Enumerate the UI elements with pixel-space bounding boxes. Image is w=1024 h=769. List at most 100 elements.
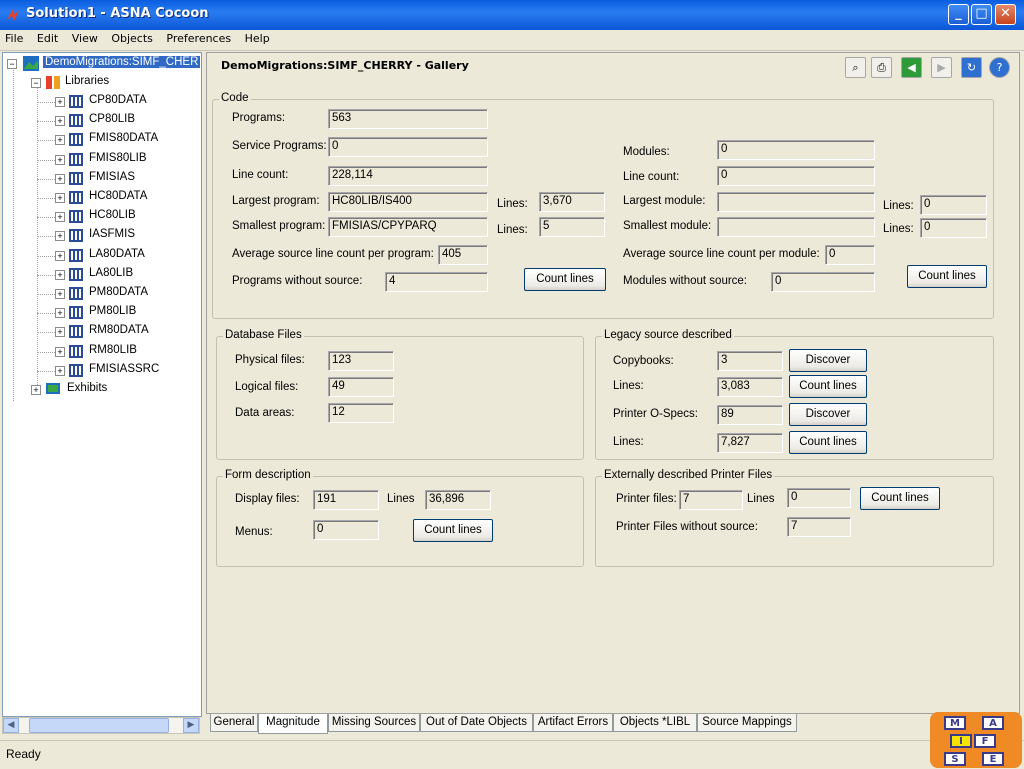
tab-missing-sources[interactable]: Missing Sources [328, 714, 420, 732]
print-icon[interactable]: ⎙ [871, 57, 892, 78]
service-programs-field: 0 [328, 137, 488, 157]
count-lines-ospecs-button[interactable]: Count lines [789, 431, 867, 454]
tab-artifact-errors[interactable]: Artifact Errors [533, 714, 613, 732]
tree-library-label: LA80LIB [89, 266, 134, 279]
forward-arrow-icon[interactable]: ▶ [931, 57, 952, 78]
tree-line [37, 178, 55, 180]
tree-library-label: PM80LIB [89, 305, 137, 318]
back-arrow-icon[interactable]: ◀ [901, 57, 922, 78]
menu-help[interactable]: Help [240, 30, 275, 49]
largest-module-label: Largest module: [623, 195, 706, 207]
largest-lines-field: 3,670 [539, 192, 605, 212]
expand-icon[interactable]: + [55, 135, 65, 146]
expand-icon[interactable]: + [55, 193, 65, 203]
expand-icon[interactable]: + [31, 385, 41, 395]
count-lines-form-button[interactable]: Count lines [413, 519, 493, 542]
maximize-button[interactable]: □ [971, 4, 992, 25]
menus-label: Menus: [235, 526, 273, 538]
menu-edit[interactable]: Edit [32, 30, 63, 49]
library-icon [69, 191, 83, 204]
collapse-icon[interactable]: − [31, 78, 41, 88]
copybook-lines-label: Lines: [613, 380, 644, 392]
tree-line [37, 198, 55, 199]
largest-lines-label: Lines: [497, 198, 528, 210]
copybook-lines-field: 3,083 [717, 377, 783, 397]
collapse-icon[interactable]: − [7, 59, 17, 69]
tree-library-label: IASFMIS [89, 228, 136, 241]
scroll-right-icon[interactable]: ▶ [183, 718, 199, 733]
tree-line [37, 351, 55, 353]
scroll-left-icon[interactable]: ◀ [3, 718, 19, 733]
printer-ospecs-label: Printer O-Specs: [613, 408, 698, 420]
tab-general[interactable]: General [210, 714, 258, 732]
tree-line [37, 313, 55, 315]
logical-files-field: 49 [328, 377, 394, 397]
modules-label: Modules: [623, 146, 670, 158]
refresh-icon[interactable]: ↻ [961, 57, 982, 78]
count-lines-printer-button[interactable]: Count lines [860, 487, 940, 510]
library-icon [69, 114, 83, 128]
menu-objects[interactable]: Objects [106, 30, 158, 49]
smallest-module-field [717, 217, 875, 237]
tree-line [37, 102, 55, 103]
libraries-icon [46, 76, 60, 89]
count-lines-modules-button[interactable]: Count lines [907, 265, 987, 288]
expand-icon[interactable]: + [55, 308, 65, 319]
tree-library-label: HC80LIB [89, 209, 136, 222]
expand-icon[interactable]: + [55, 231, 65, 242]
solution-tree[interactable]: − DemoMigrations:SIMF_CHER − Libraries +… [2, 52, 202, 717]
smallest-program-field: FMISIAS/CPYPARQ [328, 217, 488, 237]
discover-ospecs-button[interactable]: Discover [789, 403, 867, 426]
logo-letter: I [950, 734, 972, 748]
expand-icon[interactable]: + [55, 173, 65, 184]
tab-source-mappings[interactable]: Source Mappings [697, 714, 797, 732]
gallery-title: DemoMigrations:SIMF_CHERRY - Gallery [221, 59, 469, 72]
data-areas-field: 12 [328, 403, 394, 423]
tree-libraries-label: Libraries [65, 75, 110, 87]
modules-without-source-label: Modules without source: [623, 275, 748, 287]
database-files-title: Database Files [223, 329, 304, 341]
printer-lines-field: 0 [787, 488, 851, 508]
tab-objects-libl[interactable]: Objects *LIBL [613, 714, 697, 732]
expand-icon[interactable]: + [55, 116, 65, 127]
scroll-thumb[interactable] [29, 718, 169, 733]
logo-letter: E [982, 752, 1004, 766]
tab-out-of-date-objects[interactable]: Out of Date Objects [420, 714, 533, 732]
expand-icon[interactable]: + [55, 365, 65, 376]
close-button[interactable]: ✕ [995, 4, 1016, 25]
tree-line [37, 294, 55, 295]
expand-icon[interactable]: + [55, 269, 65, 280]
expand-icon[interactable]: + [55, 97, 65, 107]
library-icon [69, 248, 83, 262]
largest-module-lines-label: Lines: [883, 200, 914, 212]
menu-preferences[interactable]: Preferences [161, 30, 236, 49]
code-group: Code Programs: 563 Service Programs: 0 L… [212, 92, 994, 319]
tree-horizontal-scrollbar[interactable]: ◀ ▶ [2, 717, 200, 734]
discover-copybooks-button[interactable]: Discover [789, 349, 867, 372]
expand-icon[interactable]: + [55, 212, 65, 223]
library-icon [69, 363, 83, 377]
avg-program-label: Average source line count per program: [232, 248, 434, 260]
printer-lines-label: Lines [747, 493, 775, 505]
expand-icon[interactable]: + [55, 289, 65, 299]
tree-root-node[interactable]: − DemoMigrations:SIMF_CHER [7, 55, 201, 73]
project-icon [23, 56, 39, 71]
menu-view[interactable]: View [67, 30, 103, 49]
expand-icon[interactable]: + [55, 154, 65, 165]
tree-line [37, 217, 55, 219]
menu-file[interactable]: File [0, 30, 28, 49]
largest-module-lines-field: 0 [920, 195, 987, 215]
module-line-count-label: Line count: [623, 171, 680, 183]
expand-icon[interactable]: + [55, 346, 65, 357]
expand-icon[interactable]: + [55, 250, 65, 261]
count-lines-programs-button[interactable]: Count lines [524, 268, 606, 291]
help-icon[interactable]: ? [989, 57, 1010, 78]
printer-files-title: Externally described Printer Files [602, 469, 775, 481]
programs-without-source-label: Programs without source: [232, 275, 363, 287]
tree-library-label: PM80DATA [89, 286, 149, 298]
find-icon[interactable]: ⌕ [845, 57, 866, 78]
expand-icon[interactable]: + [55, 327, 65, 338]
minimize-button[interactable]: _ [948, 4, 969, 25]
tab-magnitude[interactable]: Magnitude [258, 714, 328, 734]
count-lines-copybooks-button[interactable]: Count lines [789, 375, 867, 398]
